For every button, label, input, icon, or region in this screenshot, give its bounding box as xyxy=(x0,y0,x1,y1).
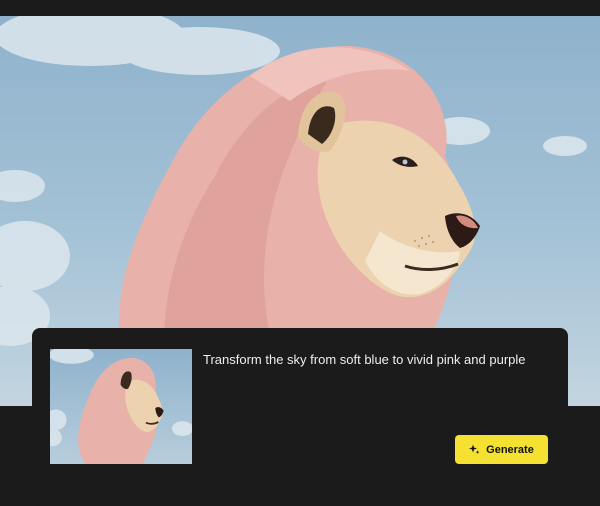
sparkle-icon xyxy=(469,444,480,455)
prompt-text[interactable]: Transform the sky from soft blue to vivi… xyxy=(203,351,553,369)
generate-button[interactable]: Generate xyxy=(455,435,548,464)
source-thumbnail[interactable] xyxy=(50,349,192,464)
lion-thumbnail-image xyxy=(50,349,192,464)
generate-label: Generate xyxy=(486,443,534,456)
